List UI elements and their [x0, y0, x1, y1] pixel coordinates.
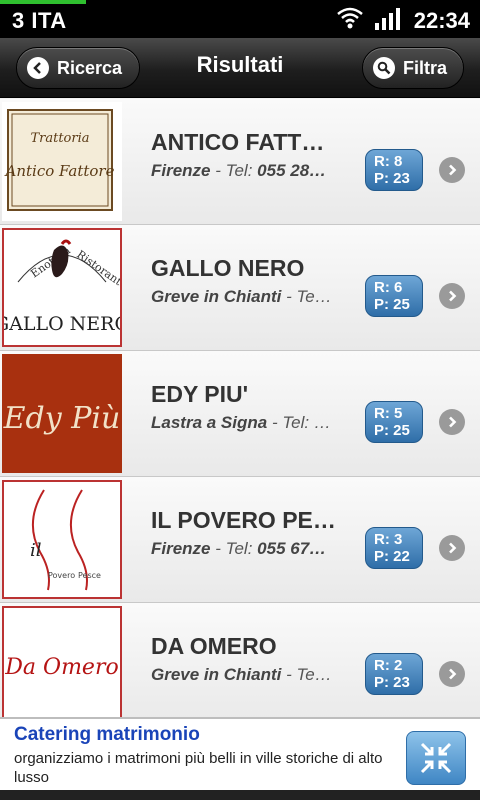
ad-banner[interactable]: Catering matrimonio organizziamo i matri…: [0, 717, 480, 790]
list-item[interactable]: il Povero Pesce IL POVERO PE… Firenze - …: [0, 477, 480, 603]
clock: 22:34: [413, 8, 470, 33]
bottom-strip: [0, 790, 480, 800]
price-value: P: 23: [374, 170, 410, 187]
app-screen: 3 ITA 22:34 Ricerca Risultati Filtra Tra…: [0, 0, 480, 800]
restaurant-details: Firenze - Tel: 055 67…: [151, 539, 327, 558]
tel-label: Tel:: [225, 539, 253, 558]
rating-price-badge: R: 3 P: 22: [365, 527, 423, 569]
restaurant-logo: Edy Più: [2, 354, 122, 473]
price-value: P: 22: [374, 548, 410, 565]
restaurant-city: Greve in Chianti: [151, 665, 282, 684]
load-progress-bar: [0, 0, 87, 4]
restaurant-name: EDY PIU': [151, 381, 249, 407]
restaurant-details: Greve in Chianti - Te…: [151, 287, 332, 306]
price-value: P: 25: [374, 296, 410, 313]
rating-price-badge: R: 5 P: 25: [365, 401, 423, 443]
logo-text-line-1: Trattoria: [30, 131, 89, 146]
collapse-arrows-icon[interactable]: [406, 731, 466, 785]
logo-text-line-2: Ristorante: [74, 248, 120, 292]
rating-value: R: 2: [374, 657, 403, 674]
restaurant-city: Firenze: [151, 539, 211, 558]
list-item[interactable]: Enoteca Ristorante GALLO NERO GALLO NERO…: [0, 225, 480, 351]
results-list: Trattoria Antico Fattore ANTICO FATT… Fi…: [0, 99, 480, 729]
tel-label: Tel:: [225, 161, 253, 180]
filter-button-label: Filtra: [403, 57, 448, 78]
gallo-nero-logo-image: Enoteca Ristorante GALLO NERO: [4, 239, 120, 335]
chevron-right-icon[interactable]: [439, 157, 465, 183]
logo-text-line-1: Edy Più: [3, 401, 121, 436]
edy-piu-logo-image: Edy Più: [3, 401, 121, 436]
restaurant-logo: Trattoria Antico Fattore: [2, 102, 122, 221]
carrier-name: 3 ITA: [12, 8, 67, 33]
da-omero-logo-image: Da Omero: [4, 655, 118, 680]
nav-bar: Ricerca Risultati Filtra: [0, 38, 480, 98]
restaurant-city: Lastra a Signa: [151, 413, 268, 432]
price-value: P: 23: [374, 674, 410, 691]
rating-price-badge: R: 6 P: 25: [365, 275, 423, 317]
restaurant-phone: 055 67…: [257, 539, 327, 558]
ad-title: Catering matrimonio: [14, 724, 200, 745]
signal-strength-icon: [375, 8, 400, 30]
restaurant-logo: Da Omero: [2, 606, 122, 725]
restaurant-name: ANTICO FATT…: [151, 129, 325, 155]
il-povero-pesce-logo-image: il Povero Pesce: [30, 489, 101, 591]
restaurant-details: Firenze - Tel: 055 28…: [151, 161, 327, 180]
restaurant-phone: 055 28…: [257, 161, 327, 180]
chevron-right-icon[interactable]: [439, 409, 465, 435]
restaurant-details: Greve in Chianti - Te…: [151, 665, 332, 684]
restaurant-logo: il Povero Pesce: [2, 480, 122, 599]
logo-text-line-3: GALLO NERO: [4, 313, 120, 335]
wifi-icon: [337, 7, 363, 29]
logo-text-line-1: il: [30, 540, 42, 561]
price-value: P: 25: [374, 422, 410, 439]
restaurant-city: Firenze: [151, 161, 211, 180]
tel-label: Tel: …: [282, 413, 331, 432]
tel-label: Te…: [296, 287, 332, 306]
status-bar: 3 ITA 22:34: [0, 0, 480, 38]
list-item[interactable]: Edy Più EDY PIU' Lastra a Signa - Tel: ……: [0, 351, 480, 477]
rating-price-badge: R: 2 P: 23: [365, 653, 423, 695]
tel-label: Te…: [296, 665, 332, 684]
ad-text: organizziamo i matrimoni più belli in vi…: [14, 750, 383, 786]
search-icon: [373, 57, 395, 79]
filter-button[interactable]: Filtra: [362, 47, 464, 89]
logo-text-line-1: Da Omero: [4, 655, 118, 680]
chevron-right-icon[interactable]: [439, 283, 465, 309]
rating-price-badge: R: 8 P: 23: [365, 149, 423, 191]
logo-text-line-3: Pesce: [78, 571, 101, 580]
chevron-right-icon[interactable]: [439, 661, 465, 687]
list-item[interactable]: Trattoria Antico Fattore ANTICO FATT… Fi…: [0, 99, 480, 225]
antico-fattore-logo-image: Trattoria Antico Fattore: [4, 109, 115, 211]
list-item[interactable]: Da Omero DA OMERO Greve in Chianti - Te……: [0, 603, 480, 729]
restaurant-logo: Enoteca Ristorante GALLO NERO: [2, 228, 122, 347]
rating-value: R: 5: [374, 405, 403, 422]
restaurant-details: Lastra a Signa - Tel: …: [151, 413, 331, 432]
rating-value: R: 8: [374, 153, 403, 170]
restaurant-name: GALLO NERO: [151, 255, 305, 281]
restaurant-name: DA OMERO: [151, 633, 277, 659]
chevron-right-icon[interactable]: [439, 535, 465, 561]
logo-text-line-2: Povero: [48, 571, 75, 580]
restaurant-city: Greve in Chianti: [151, 287, 282, 306]
restaurant-name: IL POVERO PE…: [151, 507, 336, 533]
logo-text-line-2: Antico Fattore: [4, 162, 115, 180]
rating-value: R: 3: [374, 531, 403, 548]
rating-value: R: 6: [374, 279, 403, 296]
